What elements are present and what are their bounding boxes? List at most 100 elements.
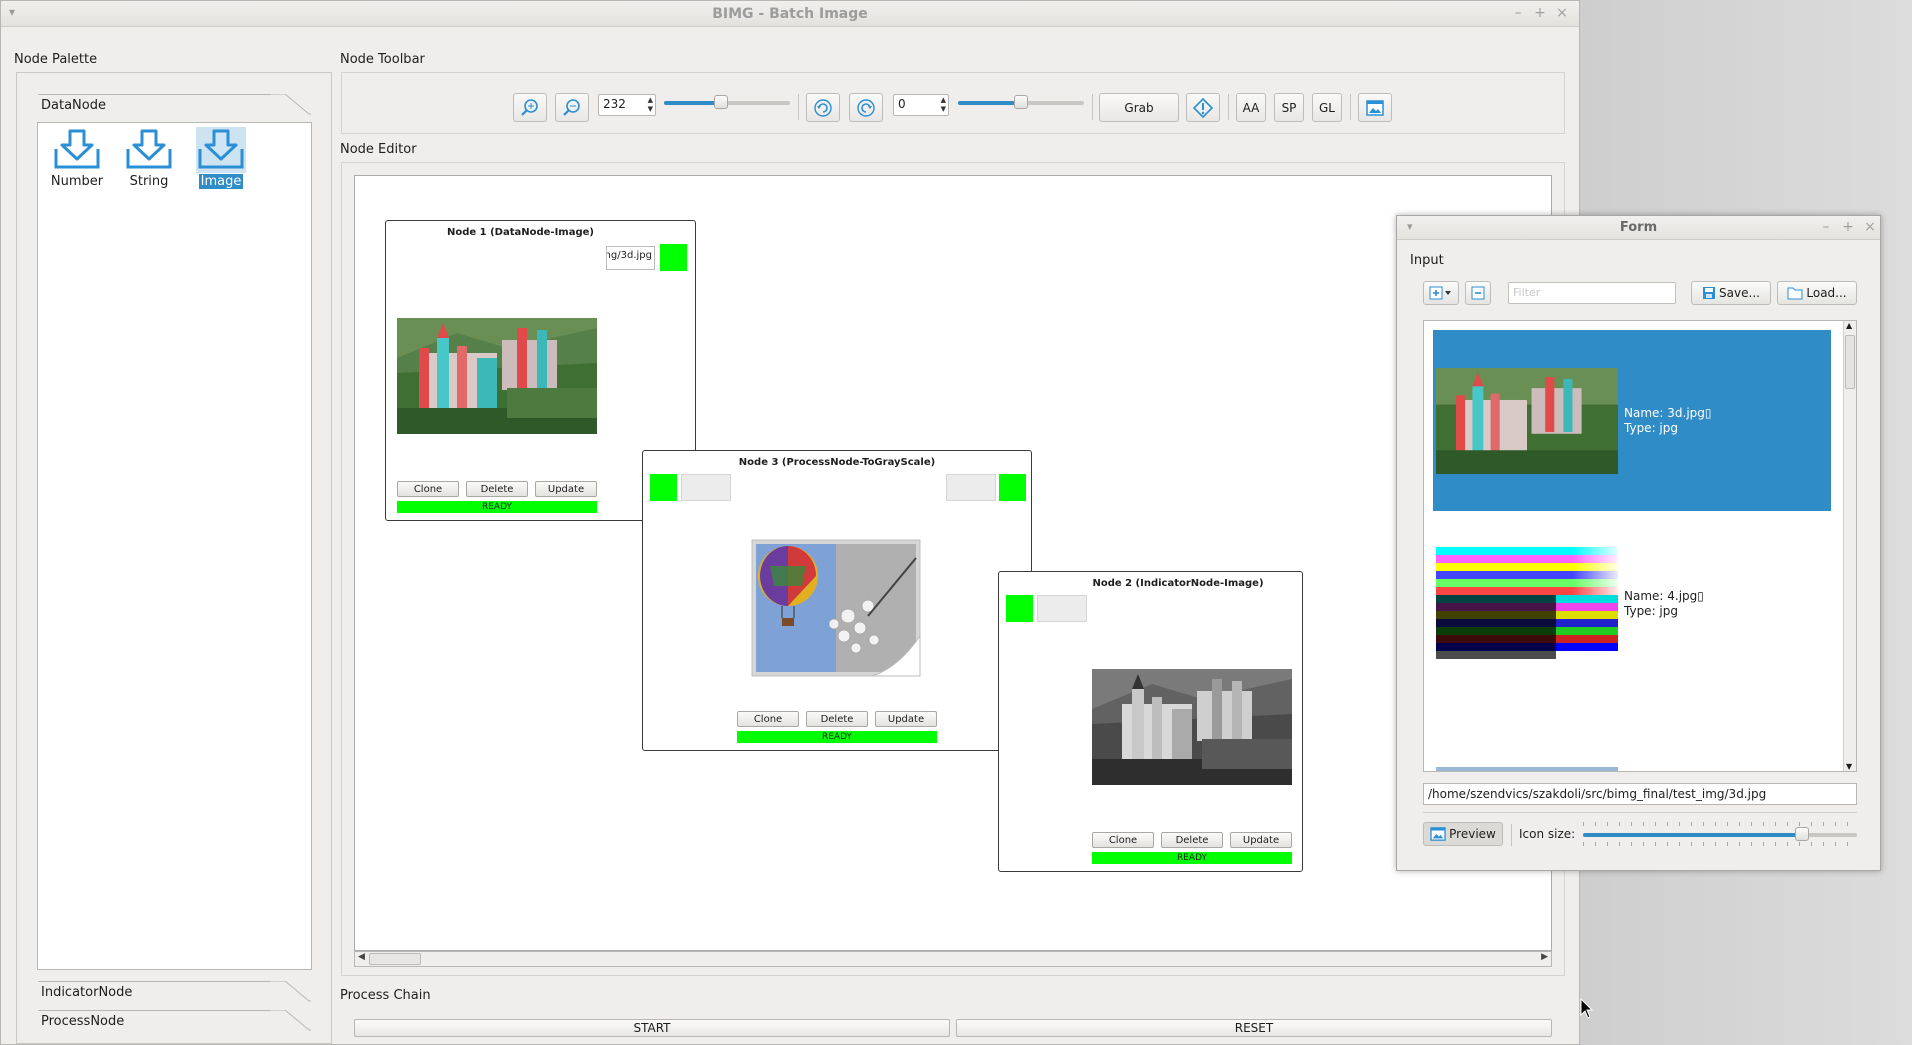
image-preview-button[interactable] xyxy=(1358,93,1392,122)
icon-size-slider-fill xyxy=(1583,833,1803,837)
grayscale-process-icon xyxy=(751,539,921,677)
node-toolbar-label: Node Toolbar xyxy=(340,52,425,67)
close-button[interactable]: × xyxy=(1553,5,1571,21)
picture-icon xyxy=(1430,827,1446,841)
delete-button[interactable]: Delete xyxy=(806,711,868,727)
thumbnail-colorbars-image xyxy=(1436,547,1618,659)
tab-processnode[interactable]: ProcessNode xyxy=(38,1010,311,1034)
node-title: Node 3 (ProcessNode-ToGrayScale) xyxy=(738,457,936,468)
antialiasing-button[interactable]: AA xyxy=(1236,93,1266,122)
maximize-button[interactable]: + xyxy=(1531,5,1549,21)
start-button[interactable]: START xyxy=(354,1019,950,1037)
delete-button[interactable]: Delete xyxy=(1161,832,1223,848)
status-bar: READY xyxy=(397,501,597,513)
info-button[interactable] xyxy=(1186,93,1220,122)
preview-button[interactable]: Preview xyxy=(1423,822,1503,846)
zoom-in-button[interactable] xyxy=(513,93,547,122)
input-port[interactable] xyxy=(1006,595,1033,622)
output-port[interactable] xyxy=(999,474,1026,501)
image-list[interactable]: Name: 3d.jpg▯ Type: jpg Name: 4.jpg▯ Typ… xyxy=(1423,320,1857,772)
palette-item-image[interactable]: Image xyxy=(188,127,254,189)
palette-item-string[interactable]: String xyxy=(116,127,182,189)
tab-border xyxy=(38,981,271,982)
reset-button[interactable]: RESET xyxy=(956,1019,1552,1037)
zoom-out-button[interactable] xyxy=(555,93,589,122)
tab-indicatornode[interactable]: IndicatorNode xyxy=(38,981,311,1005)
node-3[interactable]: Node 3 (ProcessNode-ToGrayScale) Clone D… xyxy=(642,450,1032,751)
update-button[interactable]: Update xyxy=(875,711,937,727)
update-button[interactable]: Update xyxy=(535,481,597,497)
spin-arrows-icon[interactable]: ▲ ▼ xyxy=(941,96,946,114)
close-button[interactable]: × xyxy=(1861,219,1879,235)
list-item-selected[interactable]: Name: 3d.jpg▯ Type: jpg xyxy=(1433,330,1831,511)
rotate-ccw-button[interactable] xyxy=(849,93,883,122)
tab-datanode[interactable]: DataNode xyxy=(38,94,311,118)
rotate-cw-button[interactable] xyxy=(806,93,840,122)
list-vertical-scrollbar[interactable]: ▲ ▼ xyxy=(1843,321,1856,771)
update-button[interactable]: Update xyxy=(1230,832,1292,848)
save-button[interactable]: Save... xyxy=(1691,281,1771,305)
scroll-right-icon[interactable]: ▶ xyxy=(1541,952,1548,962)
form-title-bar[interactable]: ▾ Form – + × xyxy=(1397,216,1880,240)
scroll-down-icon[interactable]: ▼ xyxy=(1846,762,1852,771)
rotate-slider-fill xyxy=(958,101,1021,105)
node-palette-label: Node Palette xyxy=(14,52,98,67)
zoom-slider-handle[interactable] xyxy=(713,95,728,109)
palette-item-label: Number xyxy=(50,174,104,189)
tab-slant-icon xyxy=(271,94,311,115)
output-port[interactable] xyxy=(660,244,687,271)
icon-size-slider-handle[interactable] xyxy=(1795,827,1810,841)
maximize-button[interactable]: + xyxy=(1839,219,1857,235)
opengl-button[interactable]: GL xyxy=(1312,93,1342,122)
toolbar-separator xyxy=(1228,94,1229,120)
scrollbar-thumb[interactable] xyxy=(1845,335,1855,389)
scroll-up-icon[interactable]: ▲ xyxy=(1846,321,1852,330)
node-title: Node 2 (IndicatorNode-Image) xyxy=(1092,578,1264,589)
castle-grayscale-image xyxy=(1092,669,1292,785)
grab-button[interactable]: Grab xyxy=(1099,93,1179,122)
form-window: ▾ Form – + × Input Filter Save... Load..… xyxy=(1396,215,1881,871)
datanode-list[interactable]: Number String Image xyxy=(37,122,312,970)
filter-input[interactable]: Filter xyxy=(1508,282,1676,304)
rotate-clockwise-icon xyxy=(814,98,832,117)
input-label: Input xyxy=(1410,253,1444,268)
clone-button[interactable]: Clone xyxy=(737,711,799,727)
toolbar-separator xyxy=(1092,94,1093,120)
icon-size-slider[interactable] xyxy=(1583,827,1857,841)
remove-button[interactable] xyxy=(1465,281,1491,305)
delete-button[interactable]: Delete xyxy=(466,481,528,497)
castle-3d-image xyxy=(397,318,597,434)
item-name: Name: 3d.jpg▯ xyxy=(1624,406,1712,420)
zoom-slider[interactable] xyxy=(664,95,790,109)
node-editor-canvas[interactable]: Node 1 (DataNode-Image) img/3d.jpg Clone… xyxy=(354,175,1552,951)
add-button[interactable] xyxy=(1423,281,1459,305)
warning-diamond-icon xyxy=(1193,97,1213,118)
input-port[interactable] xyxy=(650,474,677,501)
tab-indicatornode-label: IndicatorNode xyxy=(41,985,133,1000)
list-item[interactable]: Name: 4.jpg▯ Type: jpg xyxy=(1433,547,1831,717)
palette-item-label: String xyxy=(129,174,169,189)
zoom-spinbox[interactable]: 232 ▲ ▼ xyxy=(598,94,656,116)
editor-horizontal-scrollbar[interactable]: ◀ ▶ xyxy=(354,951,1552,967)
minimize-button[interactable]: – xyxy=(1817,219,1835,235)
title-bar[interactable]: ▾ BIMG - Batch Image – + × xyxy=(1,1,1579,27)
node-2[interactable]: Node 2 (IndicatorNode-Image) Clone Delet… xyxy=(998,571,1303,872)
tab-border xyxy=(38,94,271,95)
filename-field[interactable]: img/3d.jpg xyxy=(606,246,655,270)
divider xyxy=(1511,824,1512,846)
scroll-left-icon[interactable]: ◀ xyxy=(358,952,365,962)
rotate-spinbox[interactable]: 0 ▲ ▼ xyxy=(893,94,949,116)
palette-item-number[interactable]: Number xyxy=(44,127,110,189)
scrollbar-thumb[interactable] xyxy=(369,953,421,965)
clone-button[interactable]: Clone xyxy=(1092,832,1154,848)
path-field[interactable]: /home/szendvics/szakdoli/src/bimg_final/… xyxy=(1423,783,1857,805)
smooth-pixmap-button[interactable]: SP xyxy=(1274,93,1304,122)
minimize-button[interactable]: – xyxy=(1509,5,1527,21)
load-button[interactable]: Load... xyxy=(1777,281,1857,305)
rotate-slider[interactable] xyxy=(958,95,1084,109)
spin-arrows-icon[interactable]: ▲ ▼ xyxy=(648,96,653,114)
clone-button[interactable]: Clone xyxy=(397,481,459,497)
download-icon xyxy=(54,129,100,169)
preview-label: Preview xyxy=(1449,827,1496,841)
rotate-slider-handle[interactable] xyxy=(1014,95,1028,109)
